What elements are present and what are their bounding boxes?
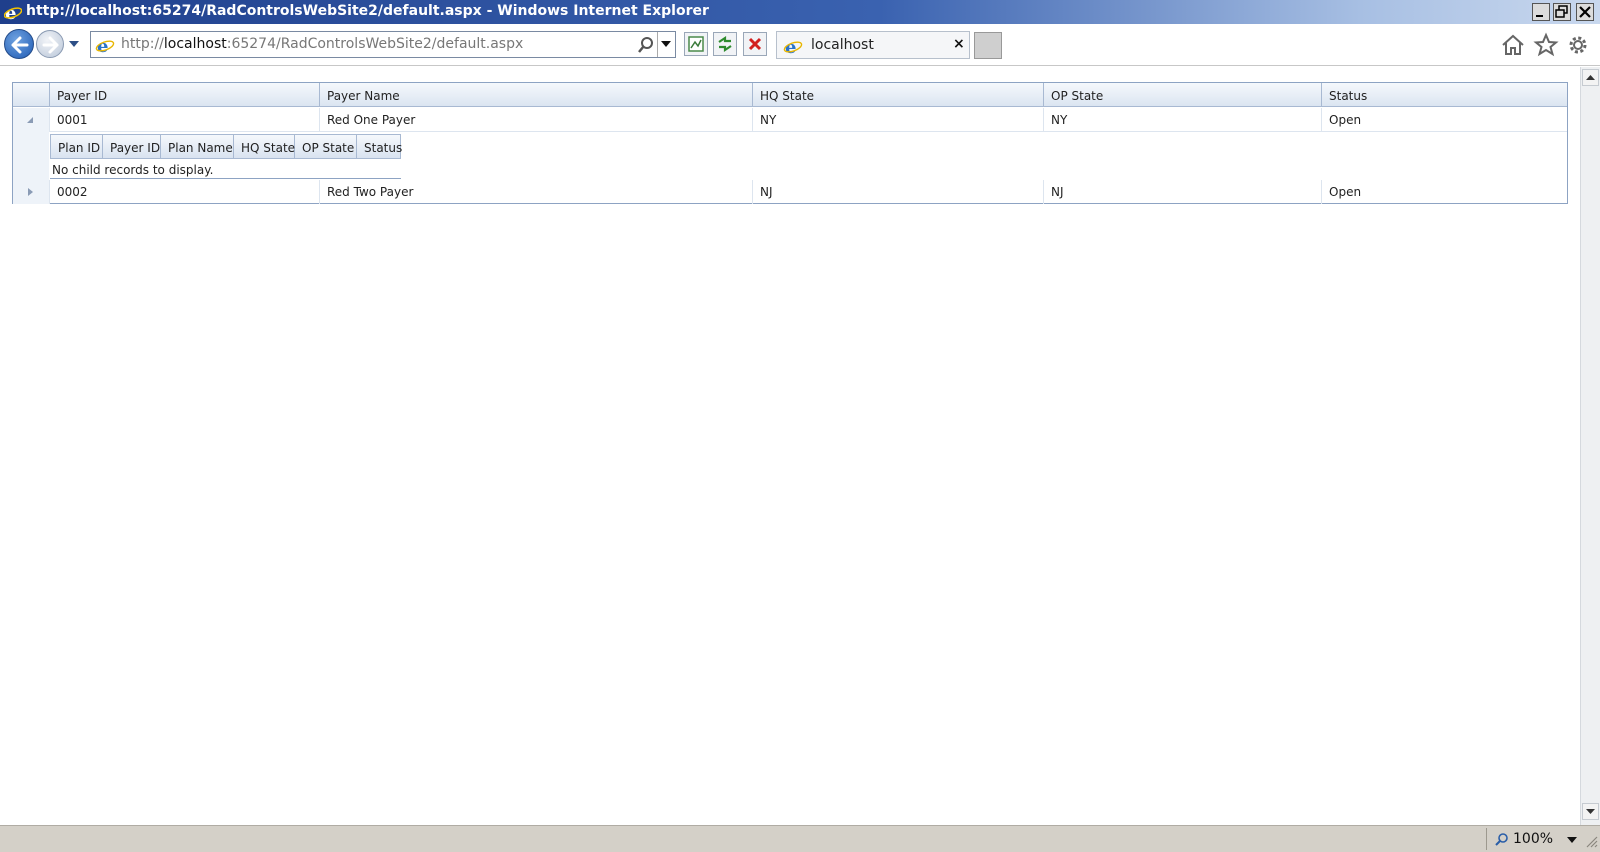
ie-page-icon: e [783, 37, 803, 56]
cell-hq-state: NY [752, 108, 1043, 132]
zoom-dropdown-icon[interactable] [1567, 836, 1577, 844]
grid-header: Payer ID Payer Name HQ State OP State St… [13, 83, 1567, 107]
column-header-op-state[interactable]: OP State [1043, 83, 1321, 107]
window-title: http://localhost:65274/RadControlsWebSit… [26, 3, 709, 19]
search-icon[interactable] [636, 35, 656, 55]
zoom-level: 100% [1513, 831, 1554, 847]
page-content: Payer ID Payer Name HQ State OP State St… [0, 67, 1580, 825]
table-row[interactable]: 0002 Red Two Payer NJ NJ Open [13, 180, 1567, 204]
status-bar: 100% [0, 825, 1600, 852]
chevron-down-icon [661, 41, 671, 47]
refresh-icon [718, 35, 732, 53]
refresh-button[interactable] [713, 32, 737, 56]
compatibility-view-button[interactable] [684, 32, 708, 56]
history-dropdown-icon[interactable] [68, 38, 80, 50]
compatibility-view-icon [688, 36, 704, 52]
collapse-row-button[interactable] [13, 108, 49, 132]
zoom-control[interactable]: 100% [1486, 828, 1580, 850]
new-tab-button[interactable] [974, 32, 1002, 59]
tab-localhost[interactable]: e localhost × [776, 31, 970, 59]
back-button[interactable] [4, 29, 34, 59]
resize-grip-icon[interactable] [1584, 834, 1598, 848]
close-window-button[interactable] [1576, 3, 1594, 21]
triangle-collapse-icon [27, 117, 33, 123]
detail-gutter [13, 132, 49, 180]
ie-page-icon: e [95, 36, 115, 55]
column-header-payer-id[interactable]: Payer ID [49, 83, 319, 107]
cell-payer-id: 0002 [49, 180, 319, 204]
detail-column-status[interactable]: Status [357, 135, 402, 158]
browser-window: e http://localhost:65274/RadControlsWebS… [0, 0, 1600, 852]
title-bar: e http://localhost:65274/RadControlsWebS… [0, 0, 1600, 24]
cell-status: Open [1321, 180, 1567, 204]
url-host: localhost [163, 36, 227, 52]
column-header-status[interactable]: Status [1321, 83, 1567, 107]
chevron-down-icon [1586, 809, 1595, 814]
ie-logo-icon: e [4, 3, 22, 21]
close-icon [1579, 6, 1591, 18]
restore-button[interactable] [1553, 3, 1571, 21]
address-dropdown-button[interactable] [657, 32, 675, 57]
tab-label: localhost [811, 37, 874, 53]
navigation-toolbar: e http://localhost:65274/RadControlsWebS… [0, 24, 1600, 66]
cell-payer-name: Red One Payer [319, 108, 752, 132]
scroll-down-button[interactable] [1582, 803, 1599, 820]
url-prefix: http:// [121, 36, 164, 52]
expand-row-button[interactable] [13, 180, 49, 204]
cell-op-state: NY [1043, 108, 1321, 132]
minimize-button[interactable] [1532, 3, 1550, 21]
back-arrow-icon [11, 36, 29, 54]
stop-icon [748, 37, 762, 51]
url-rest: :65274/RadControlsWebSite2/default.aspx [226, 36, 524, 52]
tab-close-button[interactable]: × [953, 36, 965, 52]
vertical-scrollbar[interactable] [1580, 67, 1600, 825]
column-header-payer-name[interactable]: Payer Name [319, 83, 752, 107]
cell-hq-state: NJ [752, 180, 1043, 204]
address-bar[interactable]: e http://localhost:65274/RadControlsWebS… [90, 31, 676, 58]
column-header-hq-state[interactable]: HQ State [752, 83, 1043, 107]
expand-column-header [13, 83, 49, 107]
favorites-star-icon[interactable] [1533, 32, 1559, 58]
forward-button[interactable] [36, 30, 64, 58]
payer-grid: Payer ID Payer Name HQ State OP State St… [12, 82, 1568, 204]
cell-status: Open [1321, 108, 1567, 132]
detail-column-plan-id[interactable]: Plan ID [51, 135, 103, 158]
url-text[interactable]: http://localhost:65274/RadControlsWebSit… [121, 36, 523, 52]
home-icon[interactable] [1500, 32, 1526, 58]
chevron-up-icon [1586, 75, 1595, 80]
no-records-message: No child records to display. [50, 159, 401, 179]
cell-op-state: NJ [1043, 180, 1321, 204]
triangle-expand-icon [28, 188, 33, 196]
scroll-up-button[interactable] [1582, 69, 1599, 86]
cell-payer-id: 0001 [49, 108, 319, 132]
stop-button[interactable] [743, 32, 767, 56]
detail-column-op-state[interactable]: OP State [295, 135, 357, 158]
minimize-icon [1536, 15, 1543, 17]
restore-icon [1555, 5, 1568, 18]
detail-column-plan-name[interactable]: Plan Name [161, 135, 234, 158]
detail-header: Plan ID Payer ID Plan Name HQ State OP S… [50, 134, 402, 159]
detail-table: Plan ID Payer ID Plan Name HQ State OP S… [50, 134, 402, 180]
zoom-magnifier-icon [1495, 833, 1508, 846]
detail-column-payer-id[interactable]: Payer ID [103, 135, 161, 158]
detail-column-hq-state[interactable]: HQ State [234, 135, 295, 158]
gear-icon[interactable] [1565, 32, 1591, 58]
cell-payer-name: Red Two Payer [319, 180, 752, 204]
forward-arrow-icon [42, 36, 59, 54]
table-row[interactable]: 0001 Red One Payer NY NY Open [13, 108, 1567, 132]
